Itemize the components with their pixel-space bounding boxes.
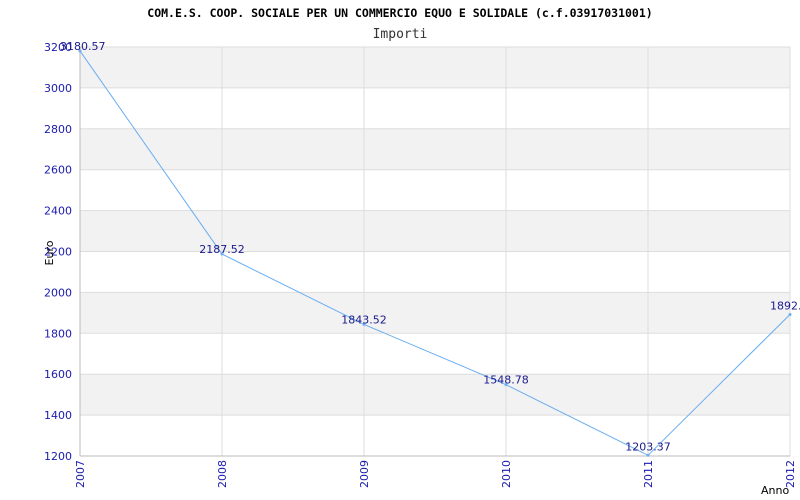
x-tick-label: 2010 xyxy=(500,460,513,488)
y-tick-label: 2000 xyxy=(44,286,72,299)
plot-band xyxy=(80,251,790,293)
chart-root: 1200 1400 1600 1800 2000 2200 2400 2600 2800 3000… xyxy=(0,0,800,500)
data-point xyxy=(646,453,650,457)
y-tick-label: 2600 xyxy=(44,164,72,177)
plot-band xyxy=(80,292,790,334)
y-axis-label: Euro xyxy=(43,240,56,265)
data-label: 1548.78 xyxy=(483,374,529,387)
y-tick-label: 1200 xyxy=(44,450,72,463)
y-tick-label: 1600 xyxy=(44,368,72,381)
plot-band xyxy=(80,374,790,416)
x-tick-label: 2009 xyxy=(358,460,371,488)
data-label: 1843.52 xyxy=(341,313,387,326)
x-tick-label: 2008 xyxy=(216,460,229,488)
plot-band xyxy=(80,87,790,129)
chart-subtitle: Importi xyxy=(373,27,428,42)
data-point xyxy=(788,312,792,316)
data-label: 1203.37 xyxy=(625,440,671,453)
x-tick-label: 2007 xyxy=(74,460,87,488)
chart-title: COM.E.S. COOP. SOCIALE PER UN COMMERCIO … xyxy=(147,6,652,20)
y-tick-label: 1800 xyxy=(44,327,72,340)
plot-band xyxy=(80,333,790,375)
plot-band xyxy=(80,128,790,170)
plot-band xyxy=(80,415,790,456)
y-tick-label: 2800 xyxy=(44,123,72,136)
x-tick-labels: 2007 2008 2009 2010 2011 2012 xyxy=(74,460,797,488)
line-chart: 1200140016001800200022002400260028003000… xyxy=(43,6,800,497)
plot-band xyxy=(80,210,790,252)
plot-band xyxy=(80,47,790,88)
data-label: 2187.52 xyxy=(199,243,245,256)
data-label: 1892.1 xyxy=(770,299,800,312)
x-tick-label: 2011 xyxy=(642,460,655,488)
x-axis-label: Anno xyxy=(761,484,789,497)
y-tick-label: 3000 xyxy=(44,82,72,95)
y-tick-label: 2400 xyxy=(44,205,72,218)
plot-band xyxy=(80,169,790,211)
data-label: 3180.57 xyxy=(60,40,106,53)
y-tick-label: 1400 xyxy=(44,409,72,422)
